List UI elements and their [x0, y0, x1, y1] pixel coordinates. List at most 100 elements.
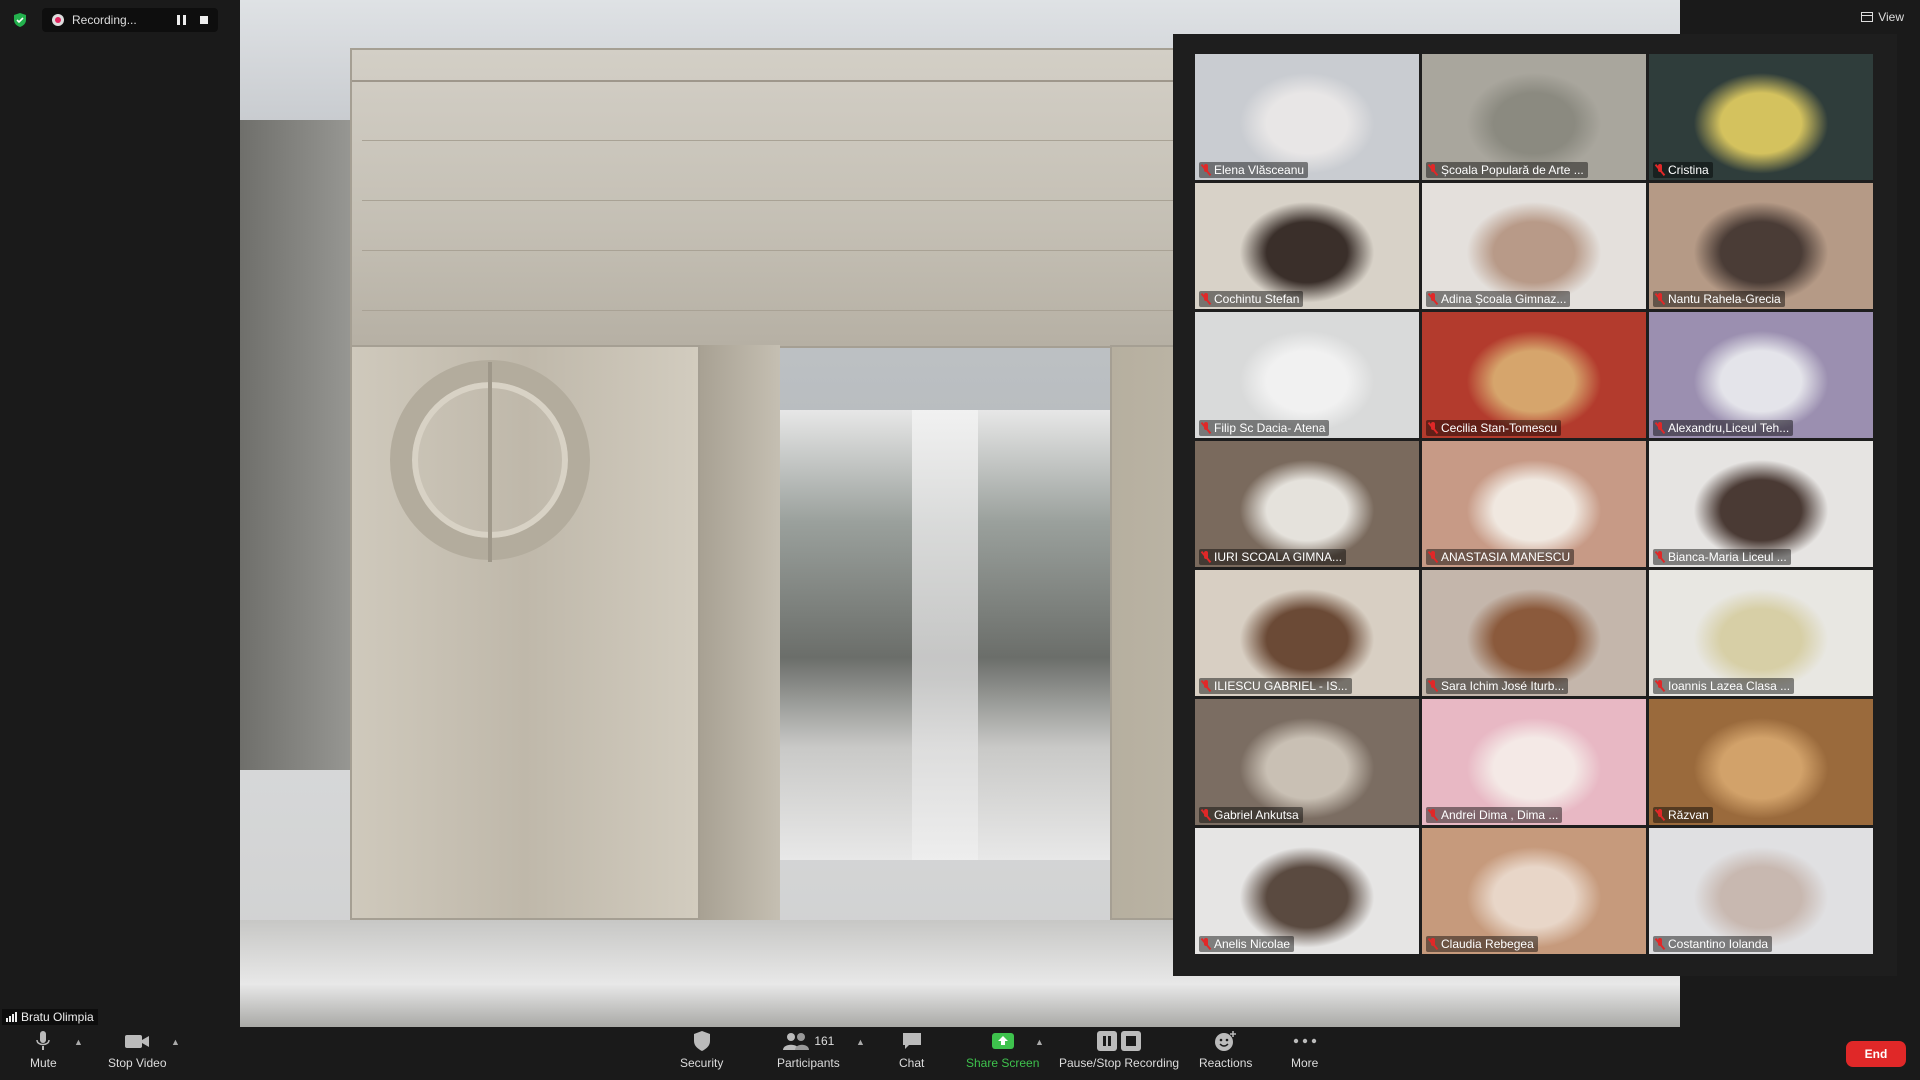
participant-name-tag: Nantu Rahela-Grecia [1653, 291, 1785, 307]
participant-tile[interactable]: Nantu Rahela-Grecia [1649, 183, 1873, 309]
participant-tile[interactable]: Ioannis Lazea Clasa ... [1649, 570, 1873, 696]
participant-name: Ioannis Lazea Clasa ... [1668, 679, 1791, 693]
stop-recording-icon[interactable] [200, 16, 208, 24]
muted-microphone-icon [1428, 293, 1438, 305]
share-options-chevron-icon[interactable]: ▲ [1035, 1037, 1044, 1047]
participant-name-tag: Gabriel Ankutsa [1199, 807, 1303, 823]
participants-options-chevron-icon[interactable]: ▲ [856, 1037, 865, 1047]
stop-video-button[interactable]: Stop Video [108, 1029, 167, 1070]
participant-name-tag: IURI SCOALA GIMNA... [1199, 549, 1347, 565]
participant-name: Școala Populară de Arte ... [1441, 163, 1584, 177]
participant-tile[interactable]: Sara Ichim José Iturb... [1422, 570, 1646, 696]
participant-name-tag: Filip Sc Dacia- Atena [1199, 420, 1330, 436]
mute-button[interactable]: Mute [30, 1029, 57, 1070]
participant-tile[interactable]: IURI SCOALA GIMNA... [1195, 441, 1419, 567]
video-options-chevron-icon[interactable]: ▲ [171, 1037, 180, 1047]
video-camera-icon [124, 1029, 150, 1053]
self-name-tag: Bratu Olimpia [2, 1009, 98, 1025]
muted-microphone-icon [1201, 680, 1211, 692]
participant-tile[interactable]: Răzvan [1649, 699, 1873, 825]
reactions-button[interactable]: Reactions [1199, 1029, 1252, 1070]
muted-microphone-icon [1655, 551, 1665, 563]
participant-name-tag: Claudia Rebegea [1426, 936, 1538, 952]
stop-video-label: Stop Video [108, 1056, 167, 1070]
muted-microphone-icon [1201, 938, 1211, 950]
pause-stop-recording-button[interactable]: Pause/Stop Recording [1059, 1029, 1179, 1070]
more-button[interactable]: More [1291, 1029, 1318, 1070]
more-label: More [1291, 1056, 1319, 1070]
participant-count: 161 [814, 1034, 835, 1048]
participant-tile[interactable]: ANASTASIA MANESCU [1422, 441, 1646, 567]
muted-microphone-icon [1655, 164, 1665, 176]
participants-button[interactable]: 161 Participants [777, 1029, 840, 1070]
mute-label: Mute [30, 1056, 57, 1070]
participant-tile[interactable]: Gabriel Ankutsa [1195, 699, 1419, 825]
participant-tile[interactable]: Cristina [1649, 54, 1873, 180]
participant-name-tag: ANASTASIA MANESCU [1426, 549, 1575, 565]
muted-microphone-icon [1428, 680, 1438, 692]
participant-name: Costantino Iolanda [1668, 937, 1769, 951]
participant-name: ANASTASIA MANESCU [1441, 550, 1571, 564]
microphone-icon [35, 1029, 51, 1053]
more-dots-icon [1293, 1029, 1317, 1053]
view-grid-icon [1861, 12, 1874, 22]
muted-microphone-icon [1655, 422, 1665, 434]
participant-name: Nantu Rahela-Grecia [1668, 292, 1781, 306]
participant-name-tag: Bianca-Maria Liceul ... [1653, 549, 1791, 565]
participant-name-tag: Adina Școala Gimnaz... [1426, 291, 1571, 307]
muted-microphone-icon [1655, 680, 1665, 692]
participant-name: Răzvan [1668, 808, 1709, 822]
participant-tile[interactable]: Școala Populară de Arte ... [1422, 54, 1646, 180]
participant-name-tag: Cochintu Stefan [1199, 291, 1304, 307]
participant-tile[interactable]: Cochintu Stefan [1195, 183, 1419, 309]
end-meeting-button[interactable]: End [1846, 1041, 1906, 1067]
participant-name-tag: Costantino Iolanda [1653, 936, 1773, 952]
participant-name: ILIESCU GABRIEL - IS... [1214, 679, 1348, 693]
muted-microphone-icon [1428, 551, 1438, 563]
participant-name-tag: Andrei Dima , Dima ... [1426, 807, 1563, 823]
participants-icon: 161 [782, 1029, 834, 1053]
participant-tile[interactable]: Claudia Rebegea [1422, 828, 1646, 954]
self-name-label: Bratu Olimpia [21, 1010, 94, 1024]
participant-name-tag: ILIESCU GABRIEL - IS... [1199, 678, 1352, 694]
participant-name: Alexandru,Liceul Teh... [1668, 421, 1790, 435]
audio-options-chevron-icon[interactable]: ▲ [74, 1037, 83, 1047]
muted-microphone-icon [1428, 938, 1438, 950]
participant-tile[interactable]: Bianca-Maria Liceul ... [1649, 441, 1873, 567]
participant-tile[interactable]: Cecilia Stan-Tomescu [1422, 312, 1646, 438]
recording-indicator: Recording... [42, 8, 218, 32]
share-screen-button[interactable]: Share Screen [966, 1029, 1039, 1070]
participant-tile[interactable]: Adina Școala Gimnaz... [1422, 183, 1646, 309]
participant-name: Cochintu Stefan [1214, 292, 1300, 306]
muted-microphone-icon [1428, 422, 1438, 434]
participant-tile[interactable]: Anelis Nicolae [1195, 828, 1419, 954]
participant-name-tag: Răzvan [1653, 807, 1713, 823]
chat-button[interactable]: Chat [899, 1029, 924, 1070]
security-button[interactable]: Security [680, 1029, 723, 1070]
participant-tile[interactable]: Elena Vlăsceanu [1195, 54, 1419, 180]
share-screen-label: Share Screen [966, 1056, 1040, 1070]
muted-microphone-icon [1201, 293, 1211, 305]
participant-name: Bianca-Maria Liceul ... [1668, 550, 1787, 564]
participant-tile[interactable]: Costantino Iolanda [1649, 828, 1873, 954]
chat-label: Chat [899, 1056, 925, 1070]
pause-recording-icon[interactable] [177, 15, 186, 25]
participant-tile[interactable]: Andrei Dima , Dima ... [1422, 699, 1646, 825]
muted-microphone-icon [1655, 938, 1665, 950]
participant-name-tag: Cecilia Stan-Tomescu [1426, 420, 1562, 436]
participant-name: Sara Ichim José Iturb... [1441, 679, 1565, 693]
security-label: Security [680, 1056, 724, 1070]
participant-tile[interactable]: Alexandru,Liceul Teh... [1649, 312, 1873, 438]
muted-microphone-icon [1655, 809, 1665, 821]
participant-name: Cristina [1668, 163, 1709, 177]
participant-name: IURI SCOALA GIMNA... [1214, 550, 1343, 564]
pause-stop-icon [1096, 1029, 1142, 1053]
reactions-label: Reactions [1199, 1056, 1253, 1070]
muted-microphone-icon [1201, 551, 1211, 563]
view-button[interactable]: View [1861, 10, 1904, 24]
participant-name: Anelis Nicolae [1214, 937, 1291, 951]
participants-label: Participants [777, 1056, 840, 1070]
muted-microphone-icon [1655, 293, 1665, 305]
participant-tile[interactable]: Filip Sc Dacia- Atena [1195, 312, 1419, 438]
participant-tile[interactable]: ILIESCU GABRIEL - IS... [1195, 570, 1419, 696]
